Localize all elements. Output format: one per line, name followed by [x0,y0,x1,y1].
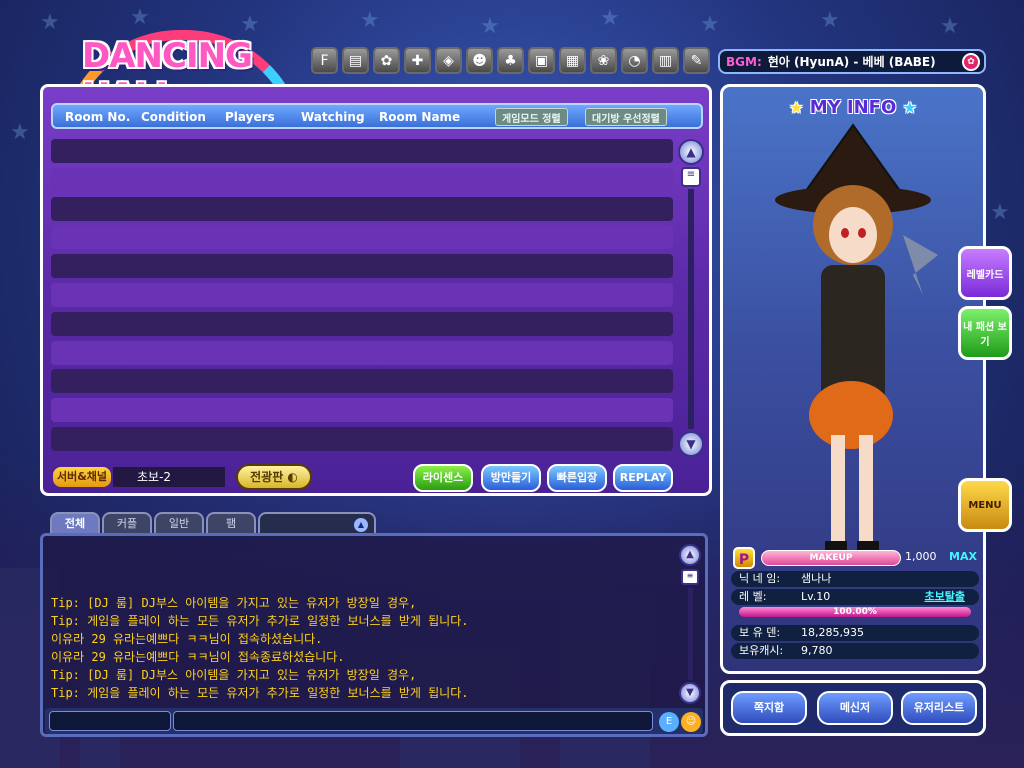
chat-channel-select[interactable] [49,711,171,731]
messenger-button[interactable]: 메신저 [817,691,893,725]
bgm-song: 현아 (HyunA) - 베베 (BABE) [767,55,936,69]
player-avatar [775,123,938,551]
user-list-button[interactable]: 유저리스트 [901,691,977,725]
makeup-bar: MAKEUP [761,550,901,566]
my-info-panel: ★ MY INFO ★ P MAKEUP 1,000 MAX 닉 네 임: 샘나나… [720,84,986,674]
sort-waiting-first-button[interactable]: 대기방 우선정렬 [585,108,667,126]
makeup-value: 1,000 [905,550,937,563]
chat-box: Tip: [DJ 룸] DJ부스 아이템을 가지고 있는 유저가 방장일 경우,… [40,533,708,737]
chat-input-bar: E ☺ [45,708,703,734]
bgm-label: BGM: [726,54,762,69]
col-condition[interactable]: Condition [141,110,206,124]
book-icon[interactable]: ▤ [342,47,369,74]
tv-icon[interactable]: ▣ [528,47,555,74]
chat-line: Tip: 게임을 플레이 하는 모든 유저가 추가로 일정한 보너스를 받게 됩… [51,686,469,700]
story-icon[interactable]: ✎ [683,47,710,74]
level-row: 레 벨: Lv.10 초보탈출 [731,589,979,605]
chat-scrollbar[interactable]: ▲ ≡ ▼ [679,544,703,704]
chat-scroll-up-icon[interactable]: ▲ [679,544,701,566]
bottom-button-panel: 쪽지함 메신저 유저리스트 [720,680,986,736]
chat-line: 이유라 29 유라는예쁘다 ㅋㅋ님이 접속하셨습니다. [51,632,323,646]
wardrobe-icon[interactable]: ◈ [435,47,462,74]
den-row: 보 유 덴: 18,285,935 [731,625,979,641]
col-room-name[interactable]: Room Name [379,110,460,124]
gift-icon[interactable]: ✚ [404,47,431,74]
nickname-row: 닉 네 임: 샘나나 [731,571,979,587]
chat-line: 이유라 29 유라는예쁘다 ㅋㅋ님이 접속종료하셨습니다. [51,650,345,664]
chat-line: Tip: [DJ 룸] DJ부스 아이템을 가지고 있는 유저가 방장일 경우, [51,596,417,610]
bgm-bar: BGM: 현아 (HyunA) - 베베 (BABE) ✿ [718,49,986,74]
exp-bar: 100.00% [739,607,971,617]
room-row[interactable] [51,426,673,451]
chat-line: Tip: 게임을 플레이 하는 모든 유저가 추가로 일정한 보너스를 받게 됩… [51,614,469,628]
cash-row: 보유캐시: 9,780 [731,643,979,659]
pet-icon[interactable]: ☻ [466,47,493,74]
chat-scroll-down-icon[interactable]: ▼ [679,682,701,704]
scroll-down-icon[interactable]: ▼ [678,431,704,457]
col-watching[interactable]: Watching [301,110,365,124]
room-rows [51,139,673,456]
chat-scroll-thumb[interactable]: ≡ [681,569,699,585]
bubble-icon[interactable]: ✿ [373,47,400,74]
col-room-no[interactable]: Room No. [65,110,130,124]
makeup-row: P MAKEUP 1,000 MAX [733,547,979,569]
license-button[interactable]: 라이센스 [413,464,473,492]
room-row[interactable] [51,311,673,336]
room-row[interactable] [51,225,673,250]
room-list-header: Room No. Condition Players Watching Room… [51,103,703,129]
create-room-button[interactable]: 방만들기 [481,464,541,492]
chat-line: Tip: [DJ 룸] DJ부스 아이템을 가지고 있는 유저가 방장일 경우, [51,668,417,682]
room-row[interactable] [51,340,673,365]
scroll-up-icon[interactable]: ▲ [678,139,704,165]
level-card-button[interactable]: 레벨카드 [958,246,1012,300]
emoticon-e-icon[interactable]: E [659,712,679,732]
my-fashion-button[interactable]: 내 패션 보기 [958,306,1012,360]
premium-p-icon: P [733,547,755,569]
chat-log: Tip: [DJ 룸] DJ부스 아이템을 가지고 있는 유저가 방장일 경우,… [51,594,681,702]
sort-game-mode-button[interactable]: 게임모드 정렬 [495,108,568,126]
mailbox-button[interactable]: 쪽지함 [731,691,807,725]
room-row[interactable] [51,369,673,394]
room-row[interactable] [51,282,673,307]
level-tag[interactable]: 초보탈출 [925,589,965,605]
menu-button[interactable]: MENU [958,478,1012,532]
room-list-panel: Room No. Condition Players Watching Room… [40,84,712,496]
dancing-hall-logo: DANCING HALL [60,30,305,150]
server-channel-value: 초보-2 [113,467,225,487]
room-row[interactable] [51,167,673,192]
photo-icon[interactable]: ▦ [559,47,586,74]
chevron-up-icon[interactable]: ▲ [354,518,368,532]
scroll-icon[interactable]: ▥ [652,47,679,74]
chat-input[interactable] [173,711,653,731]
helmet-icon[interactable]: ◔ [621,47,648,74]
bgm-toggle-icon[interactable]: ✿ [962,53,980,71]
room-list-scrollbar[interactable]: ▲ ≡ ▼ [678,139,704,457]
quick-join-button[interactable]: 빠른입장 [547,464,607,492]
room-row[interactable] [51,196,673,221]
family-icon[interactable]: F [311,47,338,74]
makeup-max: MAX [949,550,977,563]
top-icon-bar: F ▤ ✿ ✚ ◈ ☻ ♣ ▣ ▦ ❀ ◔ ▥ ✎ [311,47,710,74]
server-channel-label: 서버&채널 [53,467,111,487]
emoticon-face-icon[interactable]: ☺ [681,712,701,732]
room-row[interactable] [51,398,673,423]
room-footer: 서버&채널 초보-2 전광판 ◐ 라이센스 방만들기 빠른입장 REPLAY [51,463,703,492]
room-row[interactable] [51,139,673,163]
garden-icon[interactable]: ❀ [590,47,617,74]
replay-button[interactable]: REPLAY [613,464,673,492]
scroll-thumb[interactable]: ≡ [681,167,701,187]
col-players[interactable]: Players [225,110,275,124]
leaf-icon[interactable]: ♣ [497,47,524,74]
room-row[interactable] [51,254,673,279]
billboard-label: 전광판 [250,470,284,484]
billboard-button[interactable]: 전광판 ◐ [236,464,312,490]
